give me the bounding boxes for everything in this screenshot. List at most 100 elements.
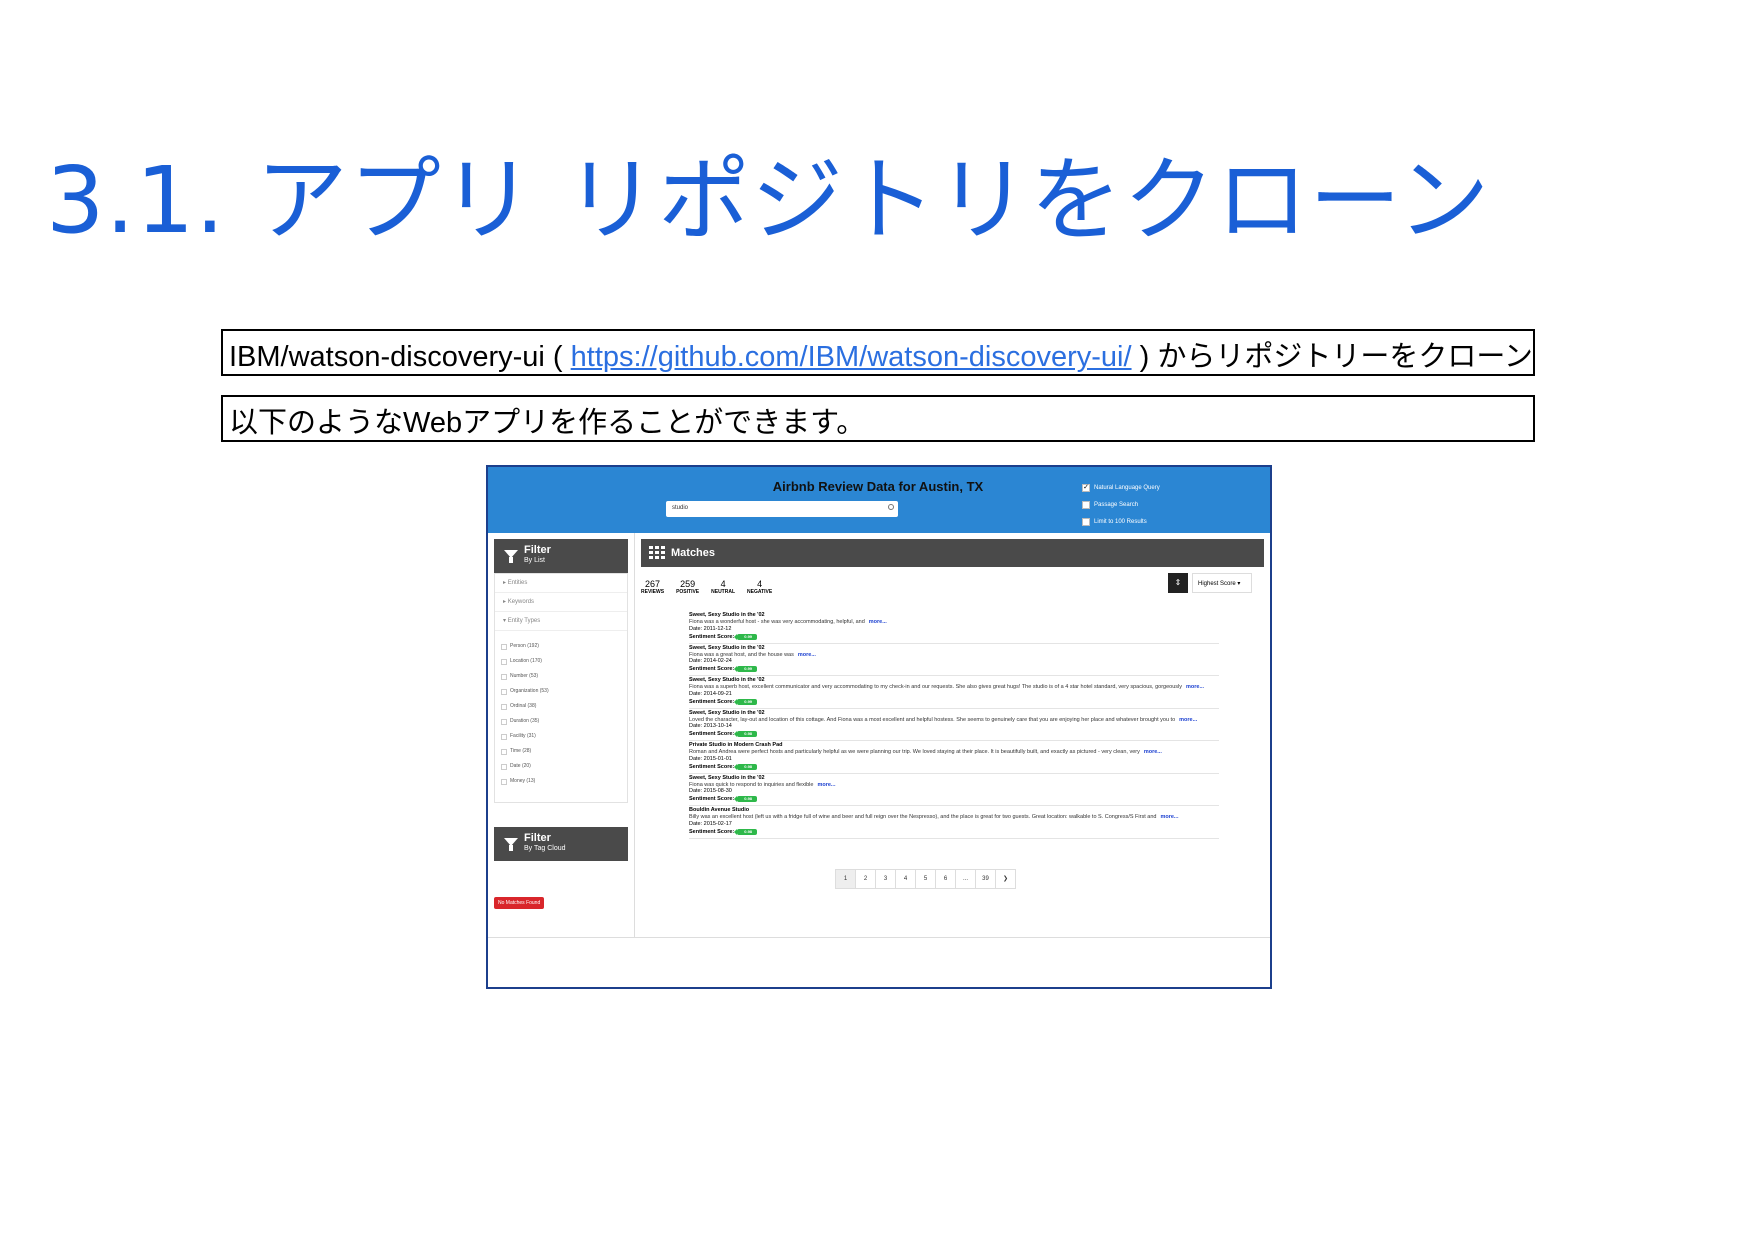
more-link[interactable]: more... [1179, 717, 1197, 723]
checkbox[interactable] [1082, 500, 1090, 509]
page-button[interactable]: 3 [876, 870, 896, 888]
filter-title: Filter [524, 832, 551, 844]
page-button[interactable]: 2 [856, 870, 876, 888]
app-title: Airbnb Review Data for Austin, TX [772, 479, 984, 494]
more-link[interactable]: more... [798, 652, 816, 658]
result-title[interactable]: Sweet, Sexy Studio in the '02 [689, 775, 1219, 782]
score-badge: 0.98 [734, 731, 758, 737]
category-entity-types[interactable]: ▾ Entity Types [495, 612, 627, 631]
checkbox[interactable] [501, 703, 507, 710]
slide-title: 3.1. アプリ リポジトリをクローン [46, 147, 1491, 254]
page-button[interactable]: 5 [916, 870, 936, 888]
entity-type-item[interactable]: Time (28) [495, 744, 627, 759]
checkbox[interactable] [501, 778, 507, 785]
entity-type-item[interactable]: Date (20) [495, 759, 627, 774]
search-value: studio [672, 505, 689, 511]
sort-toggle-button[interactable]: ⇕ [1168, 573, 1188, 593]
result-title[interactable]: Sweet, Sexy Studio in the '02 [689, 645, 1219, 652]
result-title[interactable]: Bouldin Avenue Studio [689, 807, 1219, 814]
checkbox[interactable] [501, 733, 507, 740]
pagination: 1 2 3 4 5 6 ... 39 ❯ [835, 869, 1016, 889]
result-title[interactable]: Sweet, Sexy Studio in the '02 [689, 710, 1219, 717]
sentiment-score: Sentiment Score: 0.98 [689, 795, 1219, 803]
result-date: Date: 2015-02-17 [689, 820, 732, 827]
sort-select[interactable]: Highest Score ▾ [1192, 573, 1252, 593]
checkbox[interactable] [501, 748, 507, 755]
score-badge: 0.98 [734, 828, 758, 835]
entity-type-item[interactable]: Facility (31) [495, 729, 627, 744]
more-link[interactable]: more... [1160, 814, 1178, 820]
matches-title: Matches [671, 547, 716, 559]
page-button-current[interactable]: 1 [836, 870, 856, 888]
more-link[interactable]: more... [817, 782, 835, 788]
matches-header: Matches [641, 539, 1264, 567]
result-text: Roman and Andrea were perfect hosts and … [689, 749, 1162, 755]
filter-by-tag-cloud-header[interactable]: Filter By Tag Cloud [494, 827, 628, 861]
more-link[interactable]: more... [1144, 749, 1162, 755]
option-passage-search[interactable]: Passage Search [1082, 496, 1160, 513]
no-matches-badge: No Matches Found [494, 897, 545, 909]
checkbox[interactable] [501, 673, 507, 680]
filter-by-list-header[interactable]: Filter By List [494, 539, 628, 573]
result-item: Sweet, Sexy Studio in the '02 Fiona was … [689, 676, 1219, 709]
filter-list-panel: ▸ Entities ▸ Keywords ▾ Entity Types Per… [494, 573, 628, 803]
query-options: ✓ Natural Language Query Passage Search … [1082, 479, 1160, 530]
result-text: Billy was an excellent host (left us wit… [689, 814, 1179, 820]
filter-subtitle: By List [524, 557, 546, 564]
sentiment-score: Sentiment Score: 0.99 [689, 698, 1219, 706]
filter-subtitle: By Tag Cloud [524, 845, 566, 852]
option-limit-results[interactable]: Limit to 100 Results [1082, 513, 1160, 530]
result-item: Sweet, Sexy Studio in the '02 Fiona was … [689, 611, 1219, 644]
stat-positive: 259 POSITIVE [676, 579, 700, 595]
result-date: Date: 2011-12-12 [689, 625, 732, 632]
result-title[interactable]: Private Studio in Modern Crash Pad [689, 742, 1219, 749]
page-button[interactable]: 6 [936, 870, 956, 888]
category-keywords[interactable]: ▸ Keywords [495, 593, 627, 612]
description-box: 以下のようなWebアプリを作ることができます。 [221, 395, 1535, 442]
sentiment-score: Sentiment Score: 0.99 [689, 665, 1219, 673]
repo-link[interactable]: https://github.com/IBM/watson-discovery-… [571, 341, 1132, 373]
stat-neutral: 4 NEUTRAL [711, 579, 736, 595]
option-label: Limit to 100 Results [1094, 518, 1147, 525]
result-title[interactable]: Sweet, Sexy Studio in the '02 [689, 677, 1219, 684]
more-link[interactable]: more... [869, 619, 887, 625]
result-text: Loved the character, lay-out and locatio… [689, 716, 1198, 723]
option-label: Natural Language Query [1094, 484, 1160, 491]
entity-type-item[interactable]: Person (192) [495, 639, 627, 654]
stat-reviews: 267 REVIEWS [641, 579, 665, 595]
checkbox[interactable] [501, 643, 507, 650]
result-text: Fiona was a superb host, excellent commu… [689, 684, 1205, 690]
checkbox[interactable] [501, 658, 507, 665]
app-screenshot: Airbnb Review Data for Austin, TX studio… [486, 465, 1272, 989]
result-item: Sweet, Sexy Studio in the '02 Fiona was … [689, 774, 1219, 806]
search-input[interactable]: studio [666, 501, 898, 517]
next-page-icon[interactable]: ❯ [996, 870, 1015, 888]
checkbox[interactable] [501, 718, 507, 725]
checkbox[interactable] [1082, 517, 1090, 526]
entity-type-item[interactable]: Money (13) [495, 774, 627, 789]
page-button[interactable]: 4 [896, 870, 916, 888]
checkbox-checked[interactable]: ✓ [1082, 483, 1090, 492]
category-entities[interactable]: ▸ Entities [495, 574, 627, 593]
sort-control: ⇕ Highest Score ▾ [1168, 573, 1252, 593]
page-button[interactable]: 39 [976, 870, 996, 888]
entity-type-item[interactable]: Ordinal (38) [495, 699, 627, 714]
matches-panel: Matches 267 REVIEWS 259 POSITIVE 4 NEUTRAL … [635, 533, 1270, 937]
entity-type-item[interactable]: Organization (53) [495, 684, 627, 699]
score-badge: 0.99 [734, 666, 758, 672]
result-date: Date: 2015-01-01 [689, 755, 732, 762]
checkbox[interactable] [501, 763, 507, 770]
search-icon[interactable] [888, 504, 894, 510]
result-title[interactable]: Sweet, Sexy Studio in the '02 [689, 612, 1219, 619]
grid-icon [649, 546, 665, 560]
more-link[interactable]: more... [1186, 684, 1204, 690]
stat-negative: 4 NEGATIVE [747, 579, 773, 595]
entity-type-item[interactable]: Number (53) [495, 669, 627, 684]
entity-type-item[interactable]: Duration (35) [495, 714, 627, 729]
checkbox[interactable] [501, 688, 507, 695]
entity-type-item[interactable]: Location (170) [495, 654, 627, 669]
sentiment-score: Sentiment Score: 0.98 [689, 763, 1219, 771]
result-item: Bouldin Avenue Studio Billy was an excel… [689, 806, 1219, 839]
score-badge: 0.98 [734, 763, 758, 770]
option-natural-language-query[interactable]: ✓ Natural Language Query [1082, 479, 1160, 496]
